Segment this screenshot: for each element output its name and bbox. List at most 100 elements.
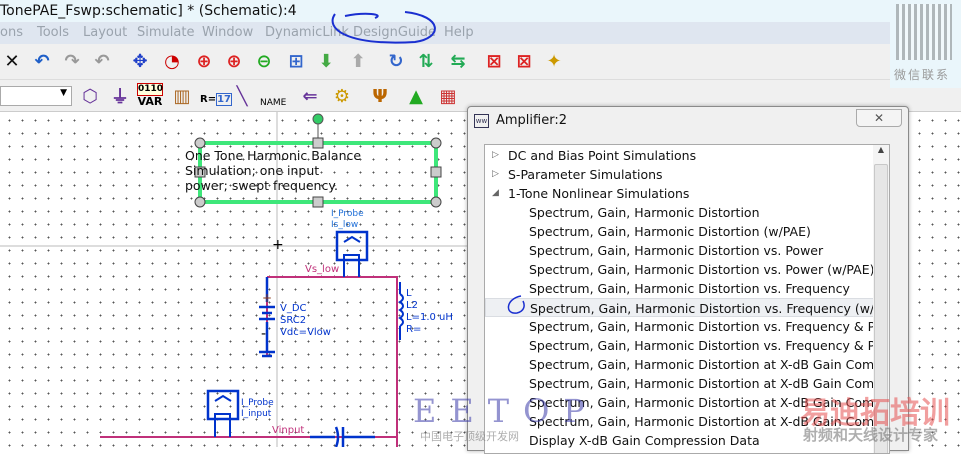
undo-icon[interactable]: ↶ bbox=[30, 49, 54, 73]
wechat-watermark: 微信联系 bbox=[894, 68, 951, 82]
tree-item-label: Spectrum, Gain, Harmonic Distortion (w/P… bbox=[529, 224, 811, 239]
activate-icon[interactable]: ⊠ bbox=[512, 49, 536, 73]
wand-icon[interactable]: ✦ bbox=[542, 49, 566, 73]
iprobe-label: I_Probe Is_low bbox=[331, 209, 364, 230]
menu-simulate[interactable]: Simulate bbox=[137, 22, 194, 44]
annotation-circle bbox=[331, 11, 436, 44]
tree-item[interactable]: Spectrum, Gain, Harmonic Distortion bbox=[485, 203, 875, 222]
tree-item-label: Spectrum, Gain, Harmonic Distortion at X… bbox=[529, 395, 890, 410]
tree-item-label: Display X-dB Gain Compression Data bbox=[529, 433, 760, 448]
scrollbar-thumb[interactable] bbox=[874, 164, 888, 453]
tree-item[interactable]: Spectrum, Gain, Harmonic Distortion at X… bbox=[485, 355, 889, 374]
tree-item[interactable]: Spectrum, Gain, Harmonic Distortion vs. … bbox=[485, 241, 875, 260]
display-param-button[interactable]: R=17 bbox=[200, 93, 233, 106]
svg-text:+: + bbox=[272, 237, 284, 253]
net-label-vs-low: Vs_low bbox=[305, 264, 340, 275]
insert-pin-icon[interactable]: ⇐ bbox=[298, 84, 322, 108]
designguide-dialog: ww Amplifier:2 ✕ ▷ DC and Bias Point Simu… bbox=[467, 106, 909, 454]
expand-arrow-icon[interactable]: ▷ bbox=[492, 146, 499, 165]
menu-tools[interactable]: Tools bbox=[37, 22, 69, 44]
menu-window[interactable]: Window bbox=[202, 22, 253, 44]
qr-code-icon bbox=[896, 4, 952, 60]
tree-item-label: S-Parameter Simulations bbox=[508, 167, 663, 182]
menu-options[interactable]: ons bbox=[0, 22, 23, 44]
move-icon[interactable]: ✥ bbox=[128, 49, 152, 73]
simulation-tree: ▷ DC and Bias Point Simulations ▷ S-Paramet… bbox=[484, 144, 890, 454]
tree-item-label: Spectrum, Gain, Harmonic Distortion vs. … bbox=[529, 319, 890, 334]
vdc-label: V_DC SRC2 Vdc=Vlow bbox=[280, 303, 331, 338]
tree-category[interactable]: ▷ S-Parameter Simulations bbox=[485, 165, 875, 184]
tree-item[interactable]: Spectrum, Gain, Harmonic Distortion vs. … bbox=[485, 260, 875, 279]
iprobe-input-label: I_Probe I_input bbox=[241, 398, 274, 419]
collapse-arrow-icon[interactable]: ◢ bbox=[492, 184, 499, 203]
vertical-scrollbar[interactable]: ▲ bbox=[873, 145, 889, 453]
expand-arrow-icon[interactable]: ▷ bbox=[492, 165, 499, 184]
svg-text:+: + bbox=[262, 291, 272, 305]
chevron-down-icon: ▼ bbox=[60, 88, 67, 98]
tree-item-label: Spectrum, Gain, Harmonic Distortion at X… bbox=[529, 414, 890, 429]
close-button[interactable]: ✕ bbox=[856, 109, 902, 127]
dialog-title: Amplifier:2 bbox=[496, 113, 567, 128]
tree-category[interactable]: ◢ 1-Tone Nonlinear Simulations bbox=[485, 184, 875, 203]
menu-bar: ons Tools Layout Simulate Window Dynamic… bbox=[0, 22, 961, 44]
palette-dropdown[interactable]: ▼ bbox=[0, 86, 72, 106]
annotation-mark bbox=[507, 295, 525, 314]
gear-icon[interactable]: ⚙ bbox=[330, 84, 354, 108]
var-button[interactable]: 0110 VAR bbox=[137, 83, 163, 107]
menu-layout[interactable]: Layout bbox=[83, 22, 127, 44]
mirror-x-icon[interactable]: ⇅ bbox=[414, 49, 438, 73]
tree-item-label: Spectrum, Gain, Harmonic Distortion at X… bbox=[529, 376, 890, 391]
wire-icon[interactable]: ╲ bbox=[230, 84, 254, 108]
svg-text:-: - bbox=[261, 326, 266, 342]
tree-item[interactable]: Spectrum, Gain, Harmonic Distortion vs. … bbox=[485, 317, 889, 336]
tree-item-label: Spectrum, Gain, Harmonic Distortion vs. … bbox=[529, 338, 890, 353]
tree-item-label: Spectrum, Gain, Harmonic Distortion vs. … bbox=[529, 262, 875, 277]
qr-code-watermark: 微信联系 bbox=[890, 0, 961, 88]
schematic-note[interactable]: One Tone Harmonic Balance Simulation; one… bbox=[185, 148, 361, 193]
tree-item[interactable]: Spectrum, Gain, Harmonic Distortion vs. … bbox=[485, 279, 875, 298]
tree-item-label: DC and Bias Point Simulations bbox=[508, 148, 697, 163]
tree-category[interactable]: ▷ DC and Bias Point Simulations bbox=[485, 146, 875, 165]
delete-icon[interactable]: ✕ bbox=[0, 49, 24, 73]
port-icon[interactable]: ⬡ bbox=[78, 84, 102, 108]
zoom-in-2-icon[interactable]: ⊕ bbox=[222, 49, 246, 73]
tree-item[interactable]: Spectrum, Gain, Harmonic Distortion vs. … bbox=[485, 298, 889, 317]
deactivate-icon[interactable]: ⊠ bbox=[482, 49, 506, 73]
inductor-label: L L2 L=1.0 uH R= bbox=[406, 288, 453, 335]
library-icon[interactable]: ▥ bbox=[170, 84, 194, 108]
toolbar-main: ✕ ↶ ↷ ↶ ✥ ◔ ⊕ ⊕ ⊖ ⊞ ⬇ ⬆ ↻ ⇅ ⇆ ⊠ ⊠ ✦ bbox=[0, 44, 961, 80]
tree-item[interactable]: Spectrum, Gain, Harmonic Distortion at X… bbox=[485, 393, 889, 412]
push-down-icon[interactable]: ⬇ bbox=[314, 49, 338, 73]
mirror-y-icon[interactable]: ⇆ bbox=[446, 49, 470, 73]
tuning-fork-icon[interactable]: Ψ bbox=[368, 84, 392, 108]
redo-icon[interactable]: ↷ bbox=[60, 49, 84, 73]
rotate-handle bbox=[312, 113, 324, 125]
menu-help[interactable]: Help bbox=[444, 22, 474, 44]
waveform-icon: ww bbox=[474, 114, 489, 128]
pop-up-icon[interactable]: ⬆ bbox=[346, 49, 370, 73]
scroll-up-icon[interactable]: ▲ bbox=[873, 145, 889, 154]
tree-item-label: Spectrum, Gain, Harmonic Distortion bbox=[529, 205, 760, 220]
name-button[interactable]: NAME bbox=[260, 98, 286, 108]
tree-item[interactable]: Spectrum, Gain, Harmonic Distortion at X… bbox=[485, 374, 889, 393]
tree-item-label: Spectrum, Gain, Harmonic Distortion at X… bbox=[529, 357, 890, 372]
data-display-icon[interactable]: ▦ bbox=[436, 84, 460, 108]
window-title: TonePAE_Fswp:schematic] * (Schematic):4 bbox=[0, 0, 961, 22]
tree-item-label: Spectrum, Gain, Harmonic Distortion vs. … bbox=[529, 281, 850, 296]
ground-icon[interactable]: ⏚ bbox=[108, 84, 132, 108]
net-label-vinput: Vinput bbox=[272, 425, 305, 436]
simulate-icon[interactable]: ▲ bbox=[404, 84, 428, 108]
rotate-icon[interactable]: ↻ bbox=[384, 49, 408, 73]
tree-item[interactable]: Spectrum, Gain, Harmonic Distortion vs. … bbox=[485, 336, 889, 355]
tree-item[interactable]: Spectrum, Gain, Harmonic Distortion at X… bbox=[485, 412, 889, 431]
tree-item-label: Spectrum, Gain, Harmonic Distortion vs. … bbox=[530, 301, 890, 316]
zoom-in-icon[interactable]: ⊕ bbox=[192, 49, 216, 73]
tree-item-label: 1-Tone Nonlinear Simulations bbox=[508, 186, 690, 201]
tree-item[interactable]: Display X-dB Gain Compression Data bbox=[485, 431, 875, 450]
tree-item[interactable]: Spectrum, Gain, Harmonic Distortion (w/P… bbox=[485, 222, 875, 241]
tree-item-label: Spectrum, Gain, Harmonic Distortion vs. … bbox=[529, 243, 824, 258]
zoom-area-icon[interactable]: ◔ bbox=[160, 49, 184, 73]
snap-icon[interactable]: ⊞ bbox=[284, 49, 308, 73]
undo-history-icon[interactable]: ↶ bbox=[90, 49, 114, 73]
zoom-out-2-icon[interactable]: ⊖ bbox=[252, 49, 276, 73]
